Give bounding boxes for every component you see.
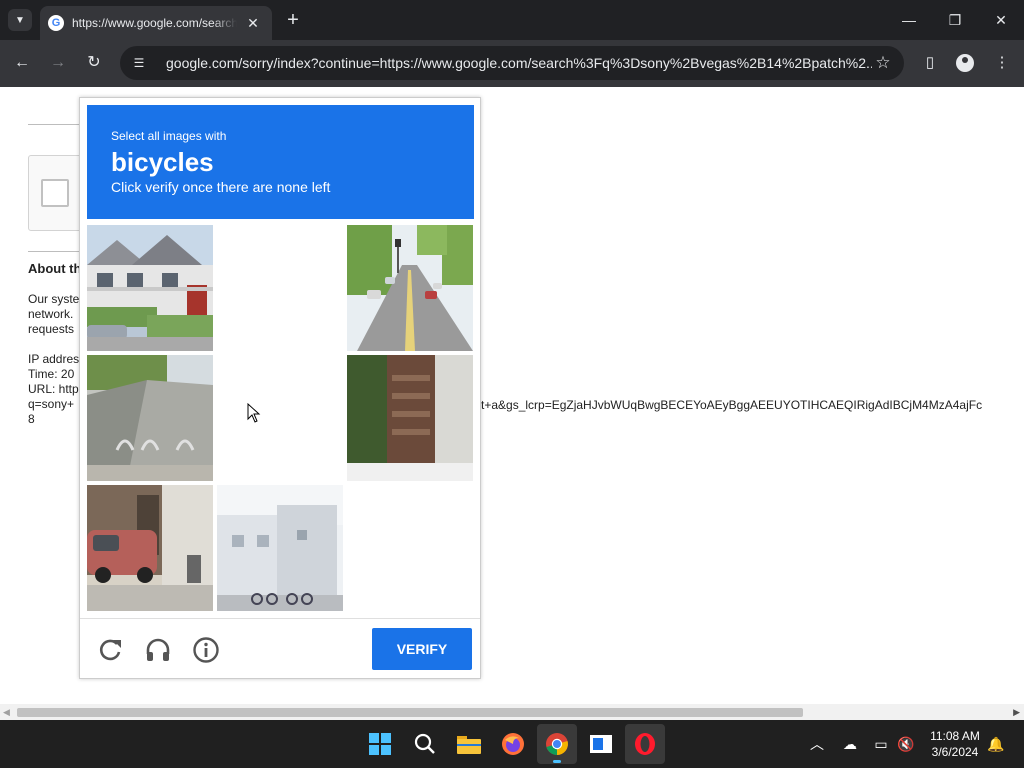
verify-button[interactable]: VERIFY (372, 628, 472, 670)
firefox-icon[interactable] (493, 724, 533, 764)
volume-muted-icon[interactable]: 🔇 (895, 733, 917, 755)
scroll-left-icon[interactable]: ◀ (3, 707, 10, 718)
captcha-tile-3-3[interactable] (347, 485, 473, 611)
divider (28, 251, 80, 252)
restore-icon[interactable]: ❐ (943, 8, 967, 32)
captcha-subinstruction: Click verify once there are none left (111, 179, 331, 195)
captcha-header: Select all images with bicycles Click ve… (87, 105, 474, 219)
title-bar: ▼ G https://www.google.com/search?q=sony… (0, 0, 1024, 40)
app-window-icon[interactable] (581, 724, 621, 764)
captcha-tile-1-2[interactable] (217, 225, 343, 351)
side-panel-icon[interactable]: ▯ (918, 51, 942, 75)
reload-icon[interactable]: ↻ (82, 51, 106, 75)
captcha-tile-3-2[interactable] (217, 485, 343, 611)
close-icon[interactable]: ✕ (989, 8, 1013, 32)
start-icon[interactable] (360, 724, 400, 764)
notification-bell-icon[interactable]: 🔔 (985, 733, 1007, 755)
back-icon[interactable]: ← (10, 51, 34, 75)
about-heading: About th (28, 261, 82, 276)
recaptcha-checkbox[interactable] (41, 179, 69, 207)
new-tab-button[interactable]: + (283, 8, 303, 32)
system-clock[interactable]: 11:08 AM 3/6/2024 (922, 728, 988, 760)
address-bar[interactable]: ☰ google.com/sorry/index?continue=https:… (120, 46, 904, 80)
scroll-right-icon[interactable]: ▶ (1013, 707, 1020, 718)
page-text-line: URL: http (28, 382, 79, 396)
url-text[interactable]: google.com/sorry/index?continue=https://… (166, 55, 872, 71)
page-text-line: IP addres (28, 352, 80, 366)
captcha-target: bicycles (111, 147, 214, 177)
profile-icon[interactable] (953, 51, 977, 75)
minimize-icon[interactable]: — (897, 8, 921, 32)
tab-close-icon[interactable]: ✕ (245, 15, 261, 32)
mouse-cursor-icon (247, 403, 261, 423)
page-text-line: q=sony+ (28, 397, 75, 411)
bookmark-star-icon[interactable]: ☆ (872, 53, 894, 73)
page-text-line: requests (28, 322, 75, 336)
page-text-line: Our syste (28, 292, 80, 306)
menu-icon[interactable]: ⋮ (990, 51, 1014, 75)
captcha-tile-2-2[interactable] (217, 355, 343, 481)
tab-title: https://www.google.com/search?q=sony+veg… (72, 16, 237, 30)
horizontal-scrollbar[interactable]: ◀ ▶ (0, 704, 1024, 720)
captcha-tile-1-3[interactable] (347, 225, 473, 351)
search-icon[interactable] (405, 724, 445, 764)
opera-icon[interactable] (625, 724, 665, 764)
tab-search-icon[interactable]: ▼ (8, 9, 32, 31)
browser-toolbar: ← → ↻ ☰ google.com/sorry/index?continue=… (0, 40, 1024, 87)
reload-challenge-icon[interactable] (95, 635, 125, 665)
clock-date: 3/6/2024 (931, 745, 979, 759)
url-continuation: t+a&gs_lcrp=EgZjaHJvbWUqBwgBECEYoAEyBggA… (481, 398, 983, 412)
page-text-line: 8 (28, 412, 35, 426)
site-info-icon[interactable]: ☰ (130, 56, 148, 70)
chrome-icon[interactable] (537, 724, 577, 764)
captcha-tile-2-1[interactable] (87, 355, 213, 481)
captcha-tile-1-1[interactable] (87, 225, 213, 351)
page-text-line: network. (28, 307, 74, 321)
info-icon[interactable] (191, 635, 221, 665)
audio-challenge-icon[interactable] (143, 635, 173, 665)
clock-time: 11:08 AM (930, 729, 980, 743)
divider (28, 124, 80, 125)
forward-icon[interactable]: → (46, 51, 70, 75)
captcha-instruction: Select all images with (111, 129, 227, 143)
captcha-tile-3-1[interactable] (87, 485, 213, 611)
captcha-tile-2-3[interactable] (347, 355, 473, 481)
captcha-challenge: Select all images with bicycles Click ve… (79, 97, 481, 679)
google-favicon-icon: G (48, 15, 64, 31)
active-app-indicator (553, 760, 561, 763)
file-explorer-icon[interactable] (449, 724, 489, 764)
captcha-footer-divider (80, 618, 480, 619)
windows-taskbar: ︿ ☁ ▭ 🔇 11:08 AM 3/6/2024 🔔 (0, 720, 1024, 768)
scrollbar-thumb[interactable] (17, 708, 803, 717)
onedrive-icon[interactable]: ☁ (839, 733, 861, 755)
chevron-up-icon[interactable]: ︿ (806, 733, 828, 755)
network-icon[interactable]: ▭ (870, 733, 892, 755)
browser-tab[interactable]: G https://www.google.com/search?q=sony+v… (40, 6, 272, 40)
page-text-line: Time: 20 (28, 367, 75, 381)
